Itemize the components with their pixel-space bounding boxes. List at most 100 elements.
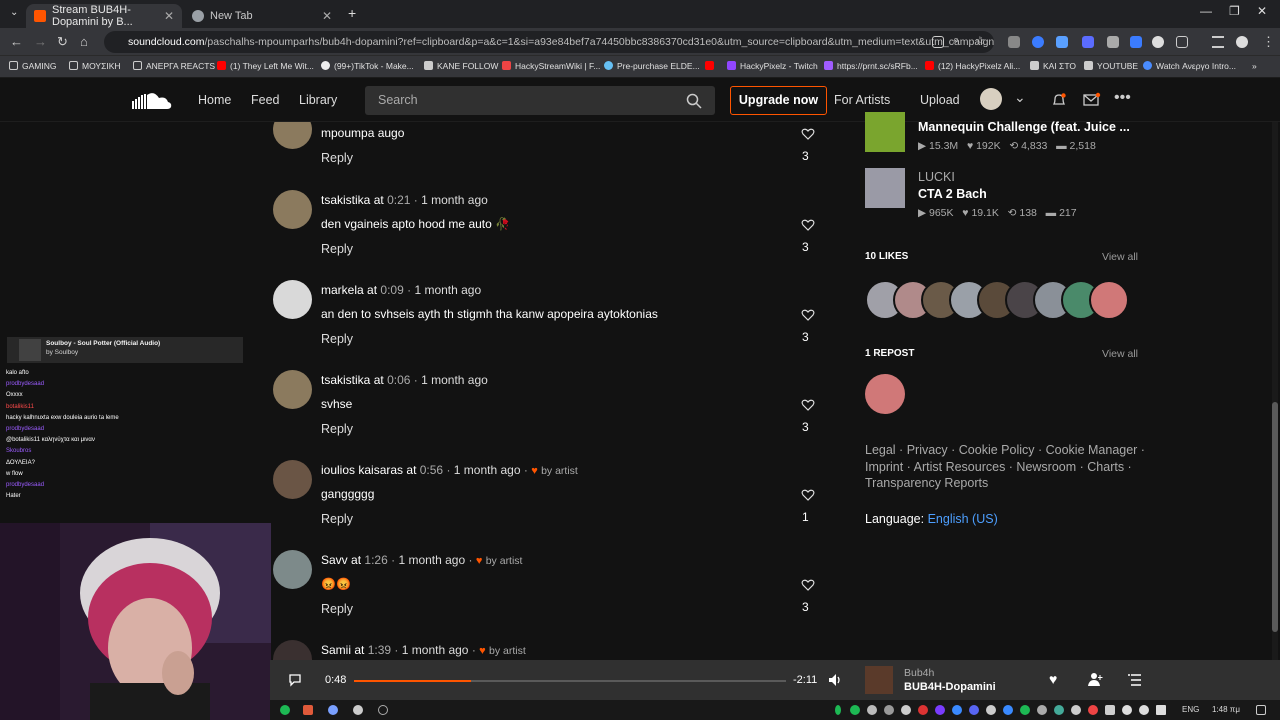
related-track-artwork[interactable] (865, 112, 905, 152)
reply-button[interactable]: Reply (321, 422, 353, 436)
bookmark-folder-music[interactable]: ΜΟΥΣΙΚΗ (69, 61, 121, 71)
player-track-artwork[interactable] (865, 666, 893, 694)
reply-button[interactable]: Reply (321, 332, 353, 346)
keyboard-language[interactable]: ENG (1182, 705, 1199, 714)
bookmark-item[interactable]: Pre-purchase ELDE... (604, 61, 700, 71)
extension-icon[interactable] (1130, 36, 1142, 48)
app-taskbar-icon[interactable] (303, 705, 313, 715)
comment-username[interactable]: tsakistika (321, 193, 370, 207)
comment-timestamp[interactable]: 1:26 (364, 553, 387, 567)
like-heart-icon[interactable] (801, 398, 815, 412)
soundcloud-logo-icon[interactable] (132, 92, 172, 110)
browser-menu-icon[interactable]: ⋮ (1262, 34, 1275, 50)
reply-button[interactable]: Reply (321, 602, 353, 616)
tab-soundcloud[interactable]: Stream BUB4H-Dopamini by B... ✕ (26, 4, 182, 28)
extension-icon[interactable] (1152, 36, 1164, 48)
comment-username[interactable]: Samii (321, 643, 351, 657)
reposter-avatar[interactable] (865, 374, 905, 414)
comment-bubble-icon[interactable] (288, 673, 302, 687)
commenter-avatar[interactable] (273, 640, 312, 660)
for-artists-link[interactable]: For Artists (834, 93, 890, 107)
like-heart-icon[interactable] (801, 308, 815, 322)
tray-icon[interactable] (884, 705, 894, 715)
reply-button[interactable]: Reply (321, 242, 353, 256)
app-taskbar-icon[interactable] (378, 705, 388, 715)
comment-timestamp[interactable]: 0:06 (387, 373, 410, 387)
wifi-icon[interactable] (1122, 705, 1132, 715)
home-icon[interactable]: ⌂ (80, 34, 88, 49)
tray-icon[interactable] (1003, 705, 1013, 715)
window-close-icon[interactable]: ✕ (1257, 4, 1267, 18)
bookmark-item[interactable]: YOUTUBE (1084, 61, 1138, 71)
bookmark-item[interactable]: HackyPixelz - Twitch (727, 61, 818, 71)
battery-icon[interactable] (1156, 705, 1166, 715)
commenter-avatar[interactable] (273, 460, 312, 499)
minimize-icon[interactable]: — (1200, 4, 1212, 18)
new-tab-icon[interactable]: + (348, 5, 356, 21)
close-tab-icon[interactable]: ✕ (322, 9, 332, 23)
likes-view-all-link[interactable]: View all (1102, 251, 1138, 263)
extension-icon[interactable] (1008, 36, 1020, 48)
player-artist[interactable]: Bub4h (904, 667, 934, 679)
nav-feed[interactable]: Feed (251, 93, 280, 107)
volume-icon[interactable] (828, 673, 843, 687)
bookmark-folder-anerga[interactable]: ΑΝΕΡΓΑ REACTS (133, 61, 215, 71)
comment-username[interactable]: tsakistika (321, 373, 370, 387)
spotify-taskbar-icon[interactable] (280, 705, 290, 715)
like-heart-icon[interactable] (801, 218, 815, 232)
comment-username[interactable]: ioulios kaisaras (321, 463, 403, 477)
messages-envelope-icon[interactable] (1083, 92, 1101, 107)
tray-icon[interactable] (1088, 705, 1098, 715)
settings-gear-icon[interactable] (353, 705, 363, 715)
search-icon[interactable] (686, 93, 702, 109)
close-tab-icon[interactable]: ✕ (164, 9, 174, 23)
like-track-heart-icon[interactable]: ♥ (1049, 671, 1057, 687)
progress-track[interactable] (354, 680, 786, 682)
bookmark-item[interactable]: (1) They Left Me Wit... (217, 61, 314, 71)
related-track-title[interactable]: Mannequin Challenge (feat. Juice ... (918, 120, 1130, 134)
tray-discord-icon[interactable] (969, 705, 979, 715)
extensions-puzzle-icon[interactable] (1176, 36, 1188, 48)
bookmark-item[interactable]: https://prnt.sc/sRFb... (824, 61, 918, 71)
profile-avatar[interactable] (1236, 36, 1248, 48)
related-track-title[interactable]: CTA 2 Bach (918, 187, 987, 201)
tray-icon[interactable] (1071, 705, 1081, 715)
extension-icon[interactable] (1082, 36, 1094, 48)
tab-list-chevron-icon[interactable]: ⌄ (10, 7, 18, 18)
upload-link[interactable]: Upload (920, 93, 960, 107)
liker-avatar[interactable] (1089, 280, 1129, 320)
commenter-avatar[interactable] (273, 122, 312, 149)
like-heart-icon[interactable] (801, 578, 815, 592)
speaker-icon[interactable] (1139, 705, 1149, 715)
notifications-bell-icon[interactable] (1051, 92, 1067, 108)
bookmark-folder-gaming[interactable]: GAMING (9, 61, 56, 71)
language-selector[interactable]: Language: English (US) (865, 512, 998, 526)
comment-timestamp[interactable]: 0:21 (387, 193, 410, 207)
tray-icon[interactable] (935, 705, 945, 715)
install-app-icon[interactable] (932, 36, 944, 48)
player-title[interactable]: BUB4H-Dopamini (904, 681, 996, 693)
commenter-avatar[interactable] (273, 280, 312, 319)
comment-timestamp[interactable]: 1:39 (368, 643, 391, 657)
chevron-down-icon[interactable]: ⌄ (1014, 89, 1026, 106)
bookmark-item[interactable]: (99+)TikTok - Make... (321, 61, 414, 71)
comment-username[interactable]: markela (321, 283, 364, 297)
bookmark-star-icon[interactable]: ☆ (975, 34, 985, 47)
system-clock[interactable]: 1:48 πμ (1212, 705, 1240, 714)
follow-user-icon[interactable] (1088, 672, 1103, 687)
tray-icon[interactable] (918, 705, 928, 715)
tray-icon[interactable] (952, 705, 962, 715)
comment-timestamp[interactable]: 0:09 (380, 283, 403, 297)
notification-center-icon[interactable] (1256, 705, 1266, 715)
restore-icon[interactable]: ❐ (1229, 4, 1240, 18)
bookmark-item[interactable]: Watch Ανεργο Intro... (1143, 61, 1236, 71)
bookmarks-overflow-icon[interactable]: » (1252, 61, 1257, 71)
queue-list-icon[interactable] (1128, 673, 1142, 687)
related-track-artwork[interactable] (865, 168, 905, 208)
tray-icon[interactable] (986, 705, 996, 715)
extension-icon[interactable] (1032, 36, 1044, 48)
tray-icon[interactable] (1054, 705, 1064, 715)
user-avatar[interactable] (980, 88, 1002, 110)
extension-icon[interactable] (1056, 36, 1068, 48)
reply-button[interactable]: Reply (321, 151, 353, 165)
